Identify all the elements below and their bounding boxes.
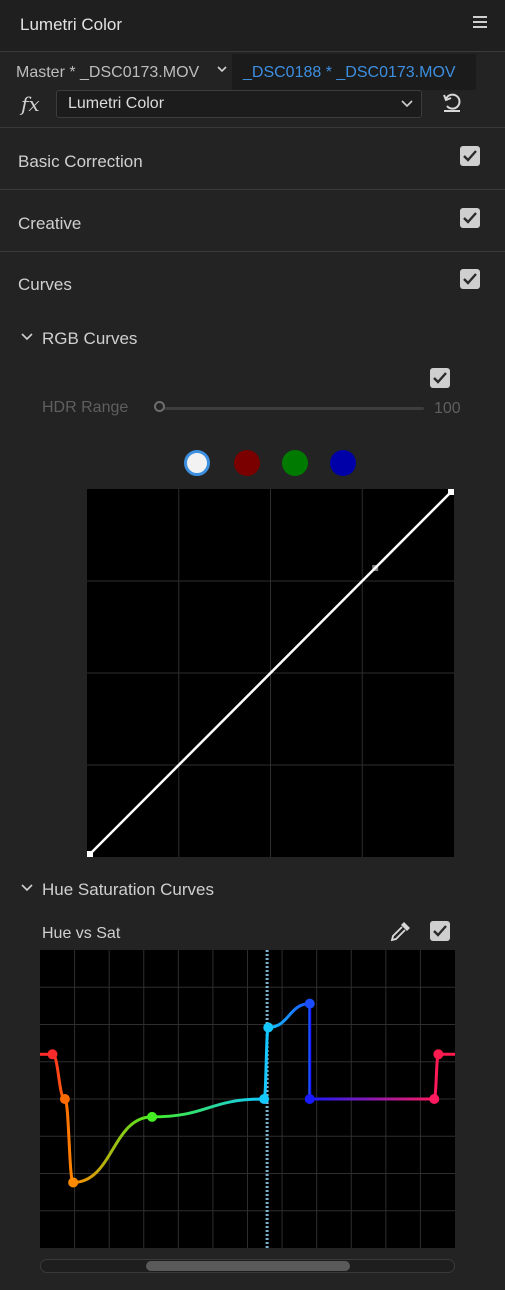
hue-vs-sat-graph[interactable] xyxy=(40,950,455,1248)
hue-curve-segment xyxy=(432,1052,440,1101)
section-label-basic-correction[interactable]: Basic Correction xyxy=(18,152,143,172)
hdr-range-thumb[interactable] xyxy=(154,401,165,412)
hue-saturation-curves-label[interactable]: Hue Saturation Curves xyxy=(42,880,214,900)
creative-checkbox[interactable] xyxy=(460,208,480,228)
channel-white-button[interactable] xyxy=(184,450,210,476)
hue-control-point xyxy=(433,1049,444,1060)
hue-curve-segment xyxy=(262,1025,270,1101)
chevron-down-icon[interactable] xyxy=(20,881,34,895)
chevron-down-icon[interactable] xyxy=(215,62,229,76)
curves-checkbox[interactable] xyxy=(460,269,480,289)
section-label-creative[interactable]: Creative xyxy=(18,214,81,234)
fx-icon: fx xyxy=(21,92,40,116)
panel-title: Lumetri Color xyxy=(20,15,123,34)
hue-control-point xyxy=(47,1049,58,1060)
channel-red-button[interactable] xyxy=(234,450,260,476)
curve-control-point xyxy=(87,851,93,857)
rgb-curves-checkbox[interactable] xyxy=(430,368,450,388)
chevron-down-icon[interactable] xyxy=(20,330,34,344)
section-label-curves[interactable]: Curves xyxy=(18,275,72,295)
hue-control-point xyxy=(304,998,315,1009)
curve-control-point xyxy=(372,565,379,572)
eyedropper-icon[interactable] xyxy=(389,919,413,943)
basic-correction-checkbox[interactable] xyxy=(460,146,480,166)
hue-control-point xyxy=(304,1094,315,1104)
rgb-curve-graph[interactable] xyxy=(87,489,454,857)
hue-vs-sat-checkbox[interactable] xyxy=(430,921,450,941)
hue-control-point xyxy=(68,1177,79,1188)
rgb-curves-label[interactable]: RGB Curves xyxy=(42,329,137,349)
hue-curve-segment xyxy=(63,1097,75,1184)
hue-control-point xyxy=(59,1094,70,1104)
channel-blue-button[interactable] xyxy=(330,450,356,476)
curve-control-point xyxy=(448,489,454,495)
hue-vs-sat-label: Hue vs Sat xyxy=(42,925,121,942)
active-clip-label[interactable]: _DSC0188 * _DSC0173.MOV xyxy=(243,64,456,82)
divider xyxy=(0,251,505,252)
effect-dropdown-value: Lumetri Color xyxy=(68,95,165,112)
scrollbar-thumb[interactable] xyxy=(146,1261,350,1271)
chevron-down-icon[interactable] xyxy=(400,96,414,110)
hdr-range-value[interactable]: 100 xyxy=(434,400,461,418)
hamburger-icon[interactable] xyxy=(473,16,487,30)
hue-control-point xyxy=(259,1094,270,1104)
master-clip-tab[interactable]: Master * _DSC0173.MOV xyxy=(16,64,199,82)
reset-icon[interactable] xyxy=(440,90,464,114)
hue-control-point xyxy=(429,1094,440,1104)
channel-green-button[interactable] xyxy=(282,450,308,476)
hue-curve-segment xyxy=(268,1002,310,1029)
hue-curve-segment xyxy=(73,1115,153,1184)
hue-control-point xyxy=(263,1022,274,1033)
hue-curve-segment xyxy=(50,1052,67,1101)
hdr-range-label: HDR Range xyxy=(42,399,129,416)
hue-control-point xyxy=(147,1111,158,1122)
divider xyxy=(0,189,505,190)
hdr-range-slider[interactable] xyxy=(160,407,424,410)
